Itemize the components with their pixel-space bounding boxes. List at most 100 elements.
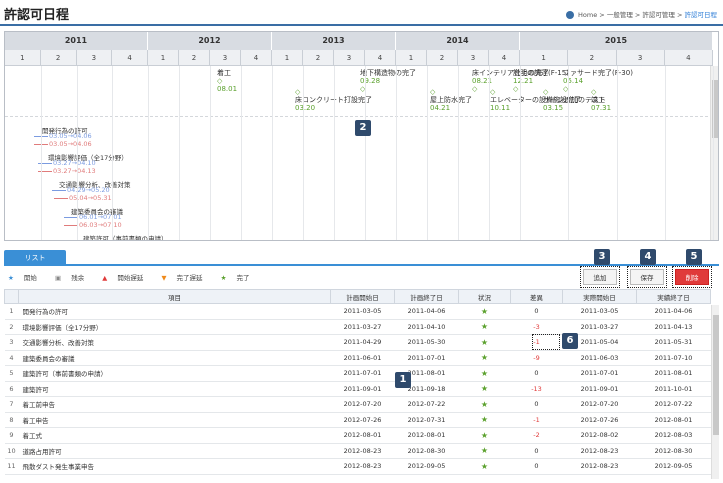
table-scrollbar[interactable] xyxy=(711,305,719,479)
breadcrumb-home[interactable]: Home xyxy=(578,11,597,19)
row-number: 4 xyxy=(4,350,19,366)
plan-end-cell: 2012-07-22 xyxy=(394,396,459,413)
actual-start-cell: 2012-08-23 xyxy=(562,443,637,459)
row-number: 9 xyxy=(4,427,19,444)
table-row[interactable]: 6 建築許可 2011-09-01 2011-09-18 ★ -13 2011-09-01 2… xyxy=(4,381,711,397)
col-header-diff[interactable]: 差異 xyxy=(510,289,563,304)
diff-cell: 0 xyxy=(510,303,563,320)
actual-end-cell: 2011-08-01 xyxy=(636,365,711,382)
plan-start-cell: 2011-04-29 xyxy=(330,334,395,351)
table-row[interactable]: 11 飛散ダスト発生事業申告 2012-08-23 2012-09-05 ★ 0 2012-… xyxy=(4,458,711,475)
quarter-header: 4 xyxy=(489,50,520,66)
plan-end-cell: 2011-04-10 xyxy=(394,319,459,335)
year-header: 2012 xyxy=(148,32,272,50)
row-number: 11 xyxy=(4,458,19,475)
diff-cell: 0 xyxy=(510,365,563,382)
quarter-header: 3 xyxy=(458,50,489,66)
quarter-gridline xyxy=(616,66,618,240)
row-number: 2 xyxy=(4,319,19,335)
status-star-icon: ★ xyxy=(458,381,511,397)
gantt-task-label: 建築許可（事前書類の申請） xyxy=(83,235,168,241)
actual-end-cell: 2012-08-30 xyxy=(636,443,711,459)
col-header-status[interactable]: 状況 xyxy=(458,289,511,304)
gantt-plan-bar: 03.05→04.06 xyxy=(33,133,92,140)
quarter-header: 2 xyxy=(179,50,210,66)
quarter-gridline xyxy=(303,66,304,240)
delete-button[interactable]: 削除 xyxy=(675,269,709,285)
legend-start: ★ 開始 xyxy=(8,274,37,282)
status-star-icon: ★ xyxy=(458,334,511,351)
breadcrumb-general[interactable]: 一般管理 xyxy=(607,11,633,19)
add-button[interactable]: 追加 xyxy=(583,269,617,285)
diff-cell: 0 xyxy=(510,396,563,413)
permit-table: 項目 計画開始日 計画終了日 状況 差異 実際開始日 実績終了日 1 開発行為の許… xyxy=(4,289,711,475)
actual-end-cell: 2012-09-05 xyxy=(636,458,711,475)
quarter-gridline xyxy=(40,66,42,240)
save-button-frame: 保存 xyxy=(627,266,667,288)
table-row[interactable]: 1 開発行為の許可 2011-03-05 2011-04-06 ★ 0 2011-03-05… xyxy=(4,303,711,320)
table-row[interactable]: 4 建築委員会の審議 2011-06-01 2011-07-01 ★ -9 2011-06-… xyxy=(4,350,711,366)
status-star-icon: ★ xyxy=(458,443,511,459)
milestone-label: 説明の調達(F-15) xyxy=(513,69,569,77)
tab-bar: リスト xyxy=(4,248,719,266)
quarter-header: 4 xyxy=(241,50,272,66)
table-row[interactable]: 10 道路占用許可 2012-08-23 2012-08-30 ★ 0 2012-08-23… xyxy=(4,443,711,459)
status-star-icon: ★ xyxy=(458,303,511,320)
table-row[interactable]: 3 交通影響分析、改善対策 2011-04-29 2011-05-30 ★ -1 2011-… xyxy=(4,334,711,351)
gantt-actual-bar: 05.04→05.31 xyxy=(53,195,112,202)
breadcrumb-permit-mgmt[interactable]: 許認可管理 xyxy=(642,11,675,19)
milestone-date: 05.14 xyxy=(563,77,584,85)
callout-badge: 3 xyxy=(594,249,610,265)
gantt-scrollbar[interactable] xyxy=(710,66,718,240)
milestone-diamond-icon: ◇ xyxy=(490,88,496,96)
milestone-date: 07.31 xyxy=(591,104,612,112)
status-star-icon: ★ xyxy=(458,350,511,366)
table-row[interactable]: 5 建築許可（事前書類の申請） 2011-07-01 2011-08-01 ★ 0 2011… xyxy=(4,365,711,382)
table-row[interactable]: 7 着工前申告 2012-07-20 2012-07-22 ★ 0 2012-07-20 20… xyxy=(4,396,711,413)
quarter-header: 1 xyxy=(5,50,41,66)
gantt-plan-bar: 04.29→05.20 xyxy=(51,187,110,194)
col-header-plan-end[interactable]: 計画終了日 xyxy=(394,289,459,304)
quarter-gridline xyxy=(334,66,335,240)
save-button[interactable]: 保存 xyxy=(630,269,664,285)
quarter-header: 1 xyxy=(272,50,303,66)
plan-end-cell: 2012-08-30 xyxy=(394,443,459,459)
item-cell: 環境影響評価（全17分野） xyxy=(18,319,331,335)
status-star-icon: ★ xyxy=(458,319,511,335)
quarter-gridline xyxy=(76,66,78,240)
col-header-plan-start[interactable]: 計画開始日 xyxy=(330,289,395,304)
actual-end-cell: 2011-04-13 xyxy=(636,319,711,335)
quarter-gridline xyxy=(148,66,149,240)
legend-remaining: ▣ 残余 xyxy=(54,274,85,282)
milestone-diamond-icon: ◇ xyxy=(472,85,478,93)
plan-start-cell: 2012-07-20 xyxy=(330,396,395,413)
legend-end-delay: ▼ 完了遅延 xyxy=(161,274,203,282)
plan-start-cell: 2011-06-01 xyxy=(330,350,395,366)
quarter-gridline xyxy=(396,66,397,240)
home-icon[interactable] xyxy=(565,11,574,19)
popout-icon[interactable]: ⇗ xyxy=(62,6,68,14)
gantt-plan-bar: 03.27→04.10 xyxy=(37,160,96,167)
tab-list[interactable]: リスト xyxy=(4,250,66,266)
actual-end-cell: 2012-08-01 xyxy=(636,412,711,428)
item-cell: 着工前申告 xyxy=(18,396,331,413)
item-cell: 開発行為の許可 xyxy=(18,303,331,320)
item-cell: 建築許可（事前書類の申請） xyxy=(18,365,331,382)
milestone: ◇ 竣工 07.31 xyxy=(591,88,611,112)
quarter-gridline xyxy=(664,66,666,240)
year-header: 2013 xyxy=(272,32,396,50)
col-header-item[interactable]: 項目 xyxy=(18,289,331,304)
table-row[interactable]: 8 着工申告 2012-07-26 2012-07-31 ★ -1 2012-07-26 20… xyxy=(4,412,711,428)
table-row[interactable]: 2 環境影響評価（全17分野） 2011-03-27 2011-04-10 ★ -3 201… xyxy=(4,319,711,335)
quarter-header: 3 xyxy=(76,50,113,66)
col-header-actual-end[interactable]: 実績終了日 xyxy=(636,289,711,304)
table-row[interactable]: 9 着工式 2012-08-01 2012-08-01 ★ -2 2012-08-02 201… xyxy=(4,427,711,444)
plan-start-cell: 2011-03-27 xyxy=(330,319,395,335)
milestone-date: 10.11 xyxy=(490,104,511,112)
col-header-actual-start[interactable]: 実際開始日 xyxy=(562,289,637,304)
quarter-gridline xyxy=(365,66,366,240)
quarter-gridline xyxy=(272,66,273,240)
triangle-up-icon: ▲ xyxy=(102,274,108,282)
actual-start-cell: 2012-07-20 xyxy=(562,396,637,413)
plan-start-cell: 2011-07-01 xyxy=(330,365,395,382)
